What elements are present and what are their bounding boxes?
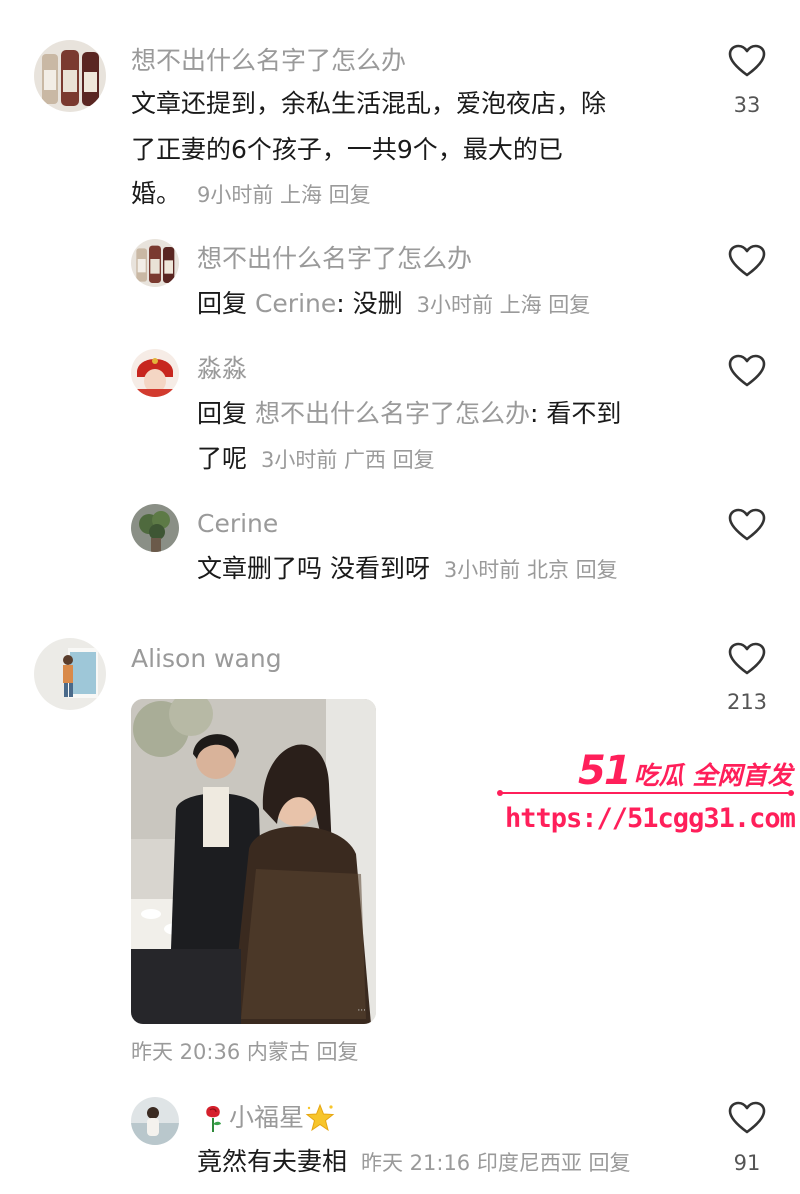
watermark-brand-text: 吃瓜 全网首发: [633, 761, 793, 790]
reply-text: 回复 Cerine: 没删 3小时前 上海 回复: [197, 282, 590, 327]
comment-text-line: 文章还提到，余私生活混乱，爱泡夜店，除: [131, 89, 607, 118]
reply-username[interactable]: 淼淼: [197, 353, 247, 385]
heart-icon[interactable]: [728, 354, 766, 388]
avatar[interactable]: [34, 638, 106, 710]
reply-meta[interactable]: 昨天 21:16 印度尼西亚 回复: [361, 1151, 631, 1175]
reply-username[interactable]: Cerine: [197, 508, 278, 540]
reply-text: 竟然有夫妻相 昨天 21:16 印度尼西亚 回复: [197, 1140, 631, 1185]
reply-prefix: 回复: [197, 289, 248, 318]
like-count: 91: [733, 1151, 761, 1175]
avatar[interactable]: [131, 504, 179, 552]
reply-text-line2: 了呢 3小时前 广西 回复: [197, 437, 435, 482]
reply-to-user[interactable]: 想不出什么名字了怎么办: [255, 399, 530, 428]
reply-username[interactable]: 小福星: [197, 1101, 336, 1134]
watermark-url: https://51cgg31.com: [505, 803, 796, 834]
watermark-brand: 51 吃瓜 全网首发: [578, 748, 792, 794]
reply-prefix: 回复: [197, 399, 248, 428]
reply-body: 文章删了吗 没看到呀: [197, 554, 430, 583]
avatar[interactable]: [131, 349, 179, 397]
reply-username-text: 小福星: [229, 1103, 305, 1132]
heart-icon[interactable]: [728, 642, 766, 676]
heart-icon[interactable]: [728, 508, 766, 542]
wine-bottles-avatar: [34, 40, 106, 112]
reply-to-user[interactable]: Cerine: [255, 289, 336, 318]
reply-text: 文章删了吗 没看到呀 3小时前 北京 回复: [197, 547, 618, 592]
avatar[interactable]: [131, 1097, 179, 1145]
reply-meta[interactable]: 3小时前 上海 回复: [417, 293, 591, 317]
sparkle-star-icon: [305, 1103, 335, 1132]
comment-username[interactable]: 想不出什么名字了怎么办: [131, 45, 406, 77]
rose-icon: [206, 1106, 221, 1132]
photo-watermark: ···: [357, 1006, 366, 1016]
watermark-dot: [497, 790, 503, 796]
like-count: 33: [733, 93, 761, 117]
comment-username[interactable]: Alison wang: [131, 643, 282, 675]
comment-text-line: 了正妻的6个孩子，一共9个，最大的已: [131, 135, 563, 164]
reply-text: 回复 想不出什么名字了怎么办: 看不到: [197, 392, 621, 436]
reply-body: : 看不到: [529, 399, 622, 428]
comment-meta[interactable]: 昨天 20:36 内蒙古 回复: [131, 1030, 359, 1074]
heart-icon[interactable]: [728, 1101, 766, 1135]
watermark-dot: [788, 790, 794, 796]
watermark-divider: [500, 792, 792, 794]
couple-photo: [131, 699, 376, 1024]
comment-text-line-end: 婚。: [131, 179, 182, 208]
comment-text-line: 婚。 9小时前 上海 回复: [131, 172, 371, 217]
heart-icon[interactable]: [728, 244, 766, 278]
heart-icon[interactable]: [728, 44, 766, 78]
reply-body: 竟然有夫妻相: [197, 1147, 348, 1176]
comment-meta[interactable]: 9小时前 上海 回复: [197, 183, 371, 207]
person-wall-avatar: [34, 638, 106, 710]
wine-bottles-avatar: [131, 239, 179, 287]
red-costume-avatar: [131, 349, 179, 397]
reply-username[interactable]: 想不出什么名字了怎么办: [197, 243, 472, 275]
reply-meta[interactable]: 3小时前 北京 回复: [444, 558, 618, 582]
seaside-person-avatar: [131, 1097, 179, 1145]
plant-avatar: [131, 504, 179, 552]
comment-image[interactable]: ···: [131, 699, 376, 1024]
avatar[interactable]: [131, 239, 179, 287]
avatar[interactable]: [34, 40, 106, 112]
reply-body: : 没删: [336, 289, 403, 318]
like-count: 213: [726, 690, 768, 714]
reply-meta[interactable]: 3小时前 广西 回复: [261, 448, 435, 472]
reply-body-line2: 了呢: [197, 444, 248, 473]
watermark-brand-number: 51: [578, 748, 632, 794]
